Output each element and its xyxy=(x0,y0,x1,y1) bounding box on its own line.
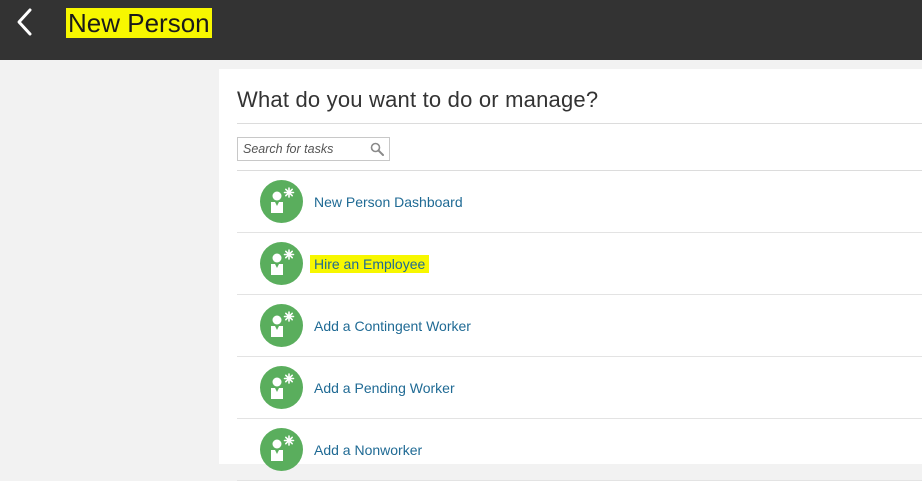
task-label[interactable]: Add a Pending Worker xyxy=(314,380,455,396)
left-panel xyxy=(0,60,219,464)
person-task-icon xyxy=(260,242,303,285)
search-input[interactable] xyxy=(238,138,368,160)
person-task-icon xyxy=(260,366,303,409)
task-label[interactable]: Hire an Employee xyxy=(310,255,430,273)
task-label[interactable]: Add a Nonworker xyxy=(314,442,422,458)
person-task-icon xyxy=(260,304,303,347)
task-item-add-contingent-worker[interactable]: Add a Contingent Worker xyxy=(237,295,922,357)
task-item-add-nonworker[interactable]: Add a Nonworker xyxy=(237,419,922,481)
task-heading: What do you want to do or manage? xyxy=(237,87,599,112)
divider xyxy=(237,123,922,124)
task-item-new-person-dashboard[interactable]: New Person Dashboard xyxy=(237,171,922,233)
task-panel: What do you want to do or manage? New Pe… xyxy=(219,69,922,481)
search-box xyxy=(237,137,390,161)
person-task-icon xyxy=(260,428,303,471)
task-label[interactable]: Add a Contingent Worker xyxy=(314,318,471,334)
task-list: New Person Dashboard Hire an Employee Ad… xyxy=(237,171,922,481)
page-title: New Person xyxy=(66,8,212,38)
task-label[interactable]: New Person Dashboard xyxy=(314,194,463,210)
search-icon[interactable] xyxy=(370,142,384,156)
task-item-hire-an-employee[interactable]: Hire an Employee xyxy=(237,233,922,295)
task-item-add-pending-worker[interactable]: Add a Pending Worker xyxy=(237,357,922,419)
person-task-icon xyxy=(260,180,303,223)
top-bar: New Person xyxy=(0,0,922,60)
chevron-left-icon xyxy=(17,8,32,36)
back-button[interactable] xyxy=(10,6,40,38)
